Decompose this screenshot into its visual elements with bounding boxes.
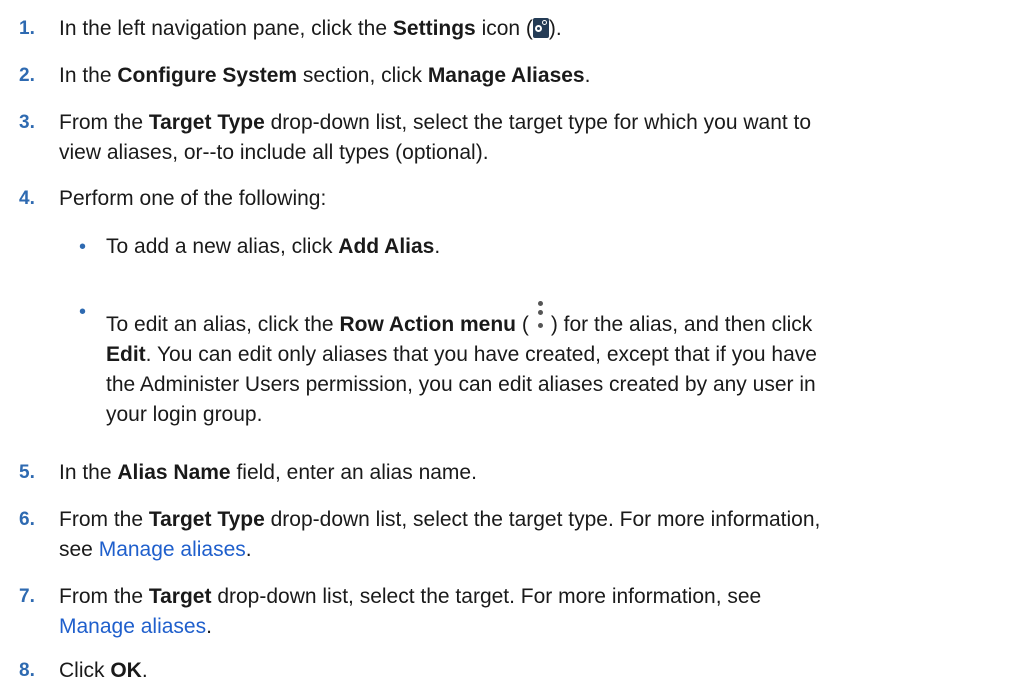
bold-term: Add Alias — [338, 235, 435, 258]
text-run: Click — [59, 659, 111, 682]
text-run: . — [206, 615, 212, 638]
text-run: the Administer Users permission, you can… — [106, 373, 816, 396]
step-number: 3. — [19, 112, 35, 133]
text-run: drop-down list, select the target type. … — [264, 508, 821, 531]
bold-term: Row Action menu — [339, 313, 517, 336]
step-text: In the Alias Name field, enter an alias … — [59, 458, 1019, 488]
text-run: ) for the alias, and then click — [550, 313, 813, 336]
bold-term: Edit — [106, 343, 146, 366]
step-number: 1. — [19, 18, 35, 39]
text-run: ( — [516, 313, 529, 336]
text-run: ). — [548, 17, 562, 40]
bullet: • — [79, 236, 87, 258]
manage-aliases-link[interactable]: Manage aliases — [59, 615, 206, 638]
bold-term: Manage Aliases — [427, 64, 585, 87]
text-run: In the left navigation pane, click the — [59, 17, 393, 40]
text-run: In the — [59, 461, 118, 484]
text-run: To add a new alias, click — [106, 235, 339, 258]
sub-step-text: To edit an alias, click the Row Action m… — [106, 297, 1021, 430]
text-run: . — [434, 235, 441, 258]
bold-term: Target — [148, 585, 212, 608]
text-run: icon ( — [475, 17, 533, 40]
step-text: From the Target Type drop-down list, sel… — [59, 505, 1019, 565]
settings-gear-icon — [532, 18, 549, 38]
bullet: • — [79, 301, 87, 323]
step-text: Click OK. — [59, 656, 1019, 686]
step-number: 8. — [19, 660, 35, 681]
step-number: 6. — [19, 509, 35, 530]
text-run: In the — [59, 64, 118, 87]
step-text: From the Target Type drop-down list, sel… — [59, 108, 1019, 168]
text-run: From the — [59, 508, 149, 531]
step-text: Perform one of the following: — [59, 187, 327, 210]
text-run: field, enter an alias name. — [230, 461, 477, 484]
bold-term: Alias Name — [117, 461, 231, 484]
step-number: 7. — [19, 586, 35, 607]
text-run: . You can edit only aliases that you hav… — [145, 343, 817, 366]
bold-term: Target Type — [148, 508, 265, 531]
text-run: From the — [59, 111, 149, 134]
text-run: . — [141, 659, 148, 682]
step-number: 2. — [19, 65, 35, 86]
step-number: 4. — [19, 188, 35, 209]
kebab-menu-icon — [530, 297, 549, 339]
bold-term: Configure System — [117, 64, 298, 87]
text-run: . — [584, 64, 591, 87]
step-text: From the Target drop-down list, select t… — [59, 582, 1019, 642]
text-run: your login group. — [106, 403, 263, 426]
text-run: . — [245, 538, 252, 561]
text-run: view aliases, or--to include all types (… — [59, 141, 489, 164]
text-run: To edit an alias, click the — [106, 313, 340, 336]
sub-step-text: To add a new alias, click Add Alias. — [106, 232, 1021, 262]
procedure-document: 1. In the left navigation pane, click th… — [0, 0, 1029, 694]
manage-aliases-link[interactable]: Manage aliases — [99, 538, 246, 561]
step-text: In the Configure System section, click M… — [59, 61, 1019, 91]
text-run: drop-down list, select the target. For m… — [211, 585, 762, 608]
bold-term: Settings — [392, 17, 476, 40]
step-number: 5. — [19, 462, 35, 483]
text-run: From the — [59, 585, 149, 608]
step-text: In the left navigation pane, click the S… — [59, 14, 1019, 44]
text-run: section, click — [297, 64, 428, 87]
bold-term: Target Type — [148, 111, 265, 134]
text-run: drop-down list, select the target type f… — [264, 111, 812, 134]
text-run: see — [59, 538, 99, 561]
bold-term: OK — [110, 659, 142, 682]
